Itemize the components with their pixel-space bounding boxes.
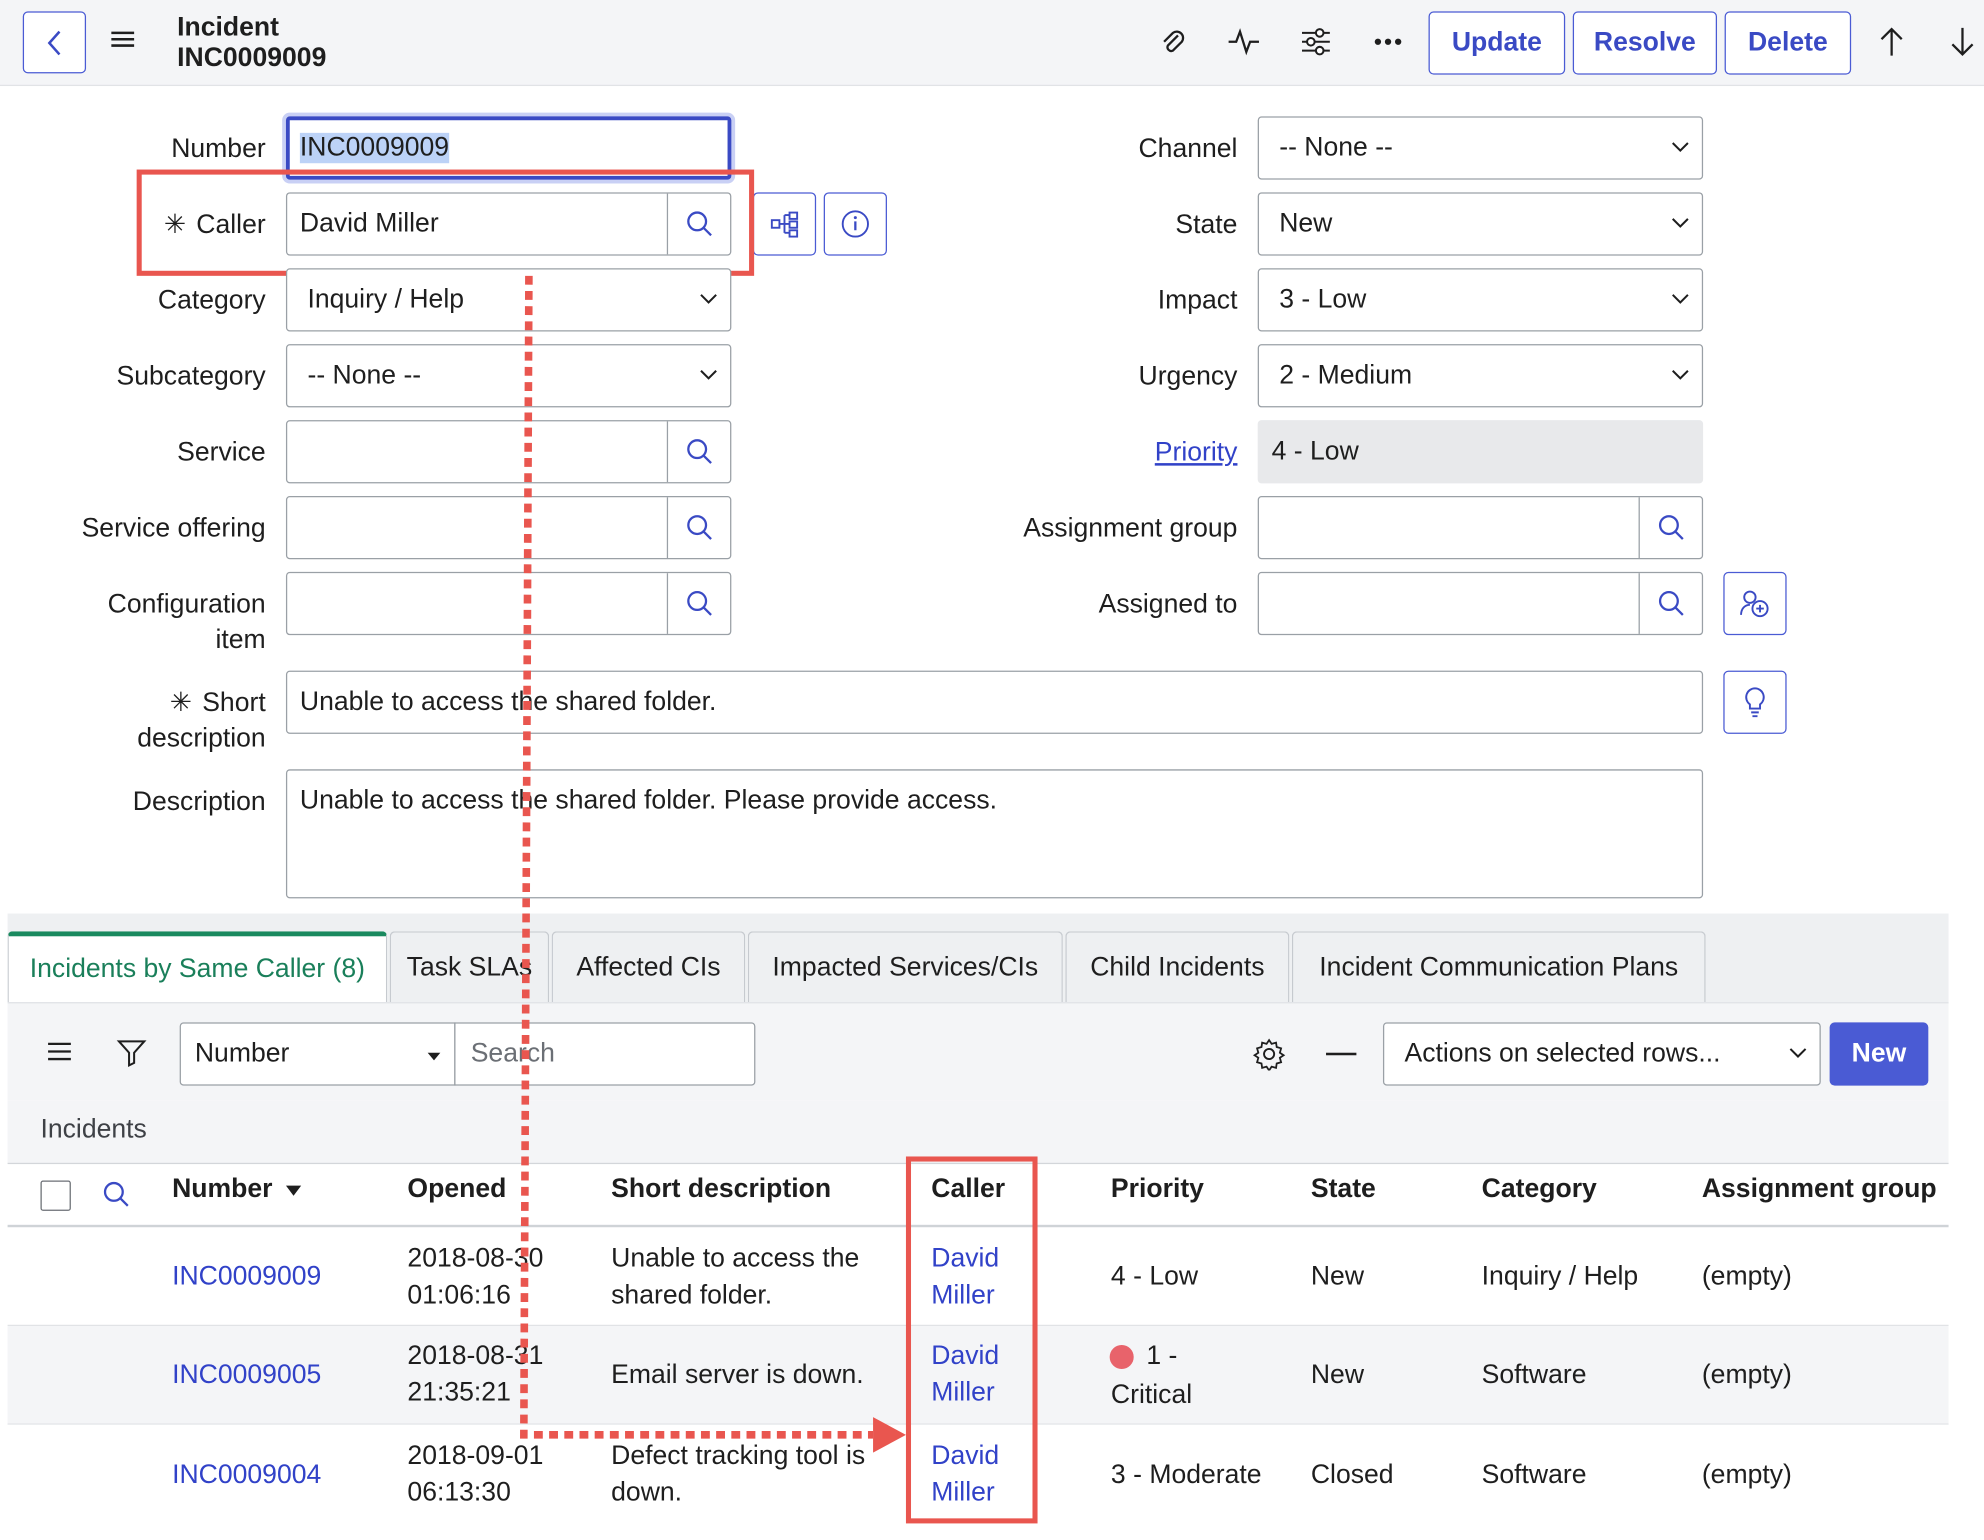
dotted-connector-arrow [520, 275, 906, 1453]
